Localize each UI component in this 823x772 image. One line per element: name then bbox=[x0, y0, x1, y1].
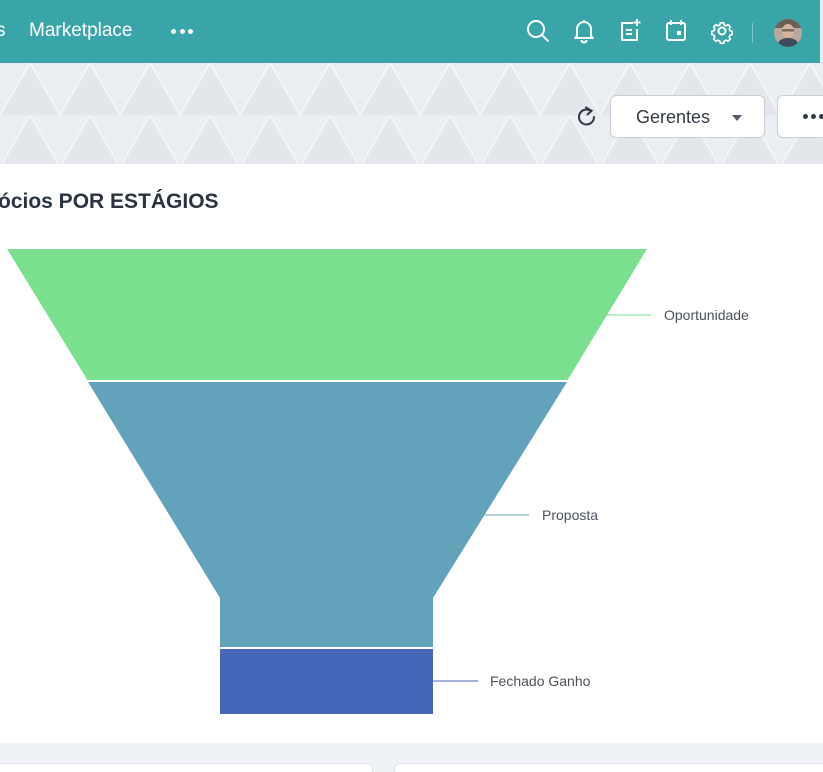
refresh-icon[interactable] bbox=[574, 104, 600, 130]
next-card-right bbox=[394, 763, 823, 772]
bell-icon[interactable] bbox=[571, 18, 597, 44]
user-avatar[interactable] bbox=[774, 19, 802, 47]
toolbar-separator bbox=[752, 23, 753, 43]
chevron-down-icon bbox=[732, 115, 742, 121]
top-navigation-bar: s Marketplace bbox=[0, 0, 823, 63]
funnel-chart: Oportunidade Proposta Fechado Ganho bbox=[7, 249, 749, 714]
nav-item-marketplace[interactable]: Marketplace bbox=[29, 20, 133, 42]
managers-filter-label: Gerentes bbox=[636, 107, 711, 127]
funnel-stage-fechado-ganho[interactable] bbox=[220, 649, 433, 714]
more-horizontal-icon bbox=[803, 114, 823, 119]
more-menu-icon[interactable] bbox=[168, 18, 196, 44]
calendar-icon[interactable] bbox=[663, 18, 689, 44]
search-icon[interactable] bbox=[525, 18, 551, 44]
add-note-icon[interactable] bbox=[617, 18, 643, 44]
funnel-label-fechado-ganho: Fechado Ganho bbox=[490, 673, 591, 689]
nav-item-partial[interactable]: s bbox=[0, 20, 6, 42]
more-options-button[interactable] bbox=[777, 95, 823, 138]
funnel-stage-oportunidade[interactable] bbox=[7, 249, 647, 381]
gear-icon[interactable] bbox=[709, 18, 735, 44]
next-card-left bbox=[0, 763, 373, 772]
managers-filter-dropdown[interactable]: Gerentes bbox=[610, 95, 765, 138]
funnel-label-oportunidade: Oportunidade bbox=[664, 307, 749, 323]
funnel-label-proposta: Proposta bbox=[542, 507, 598, 523]
